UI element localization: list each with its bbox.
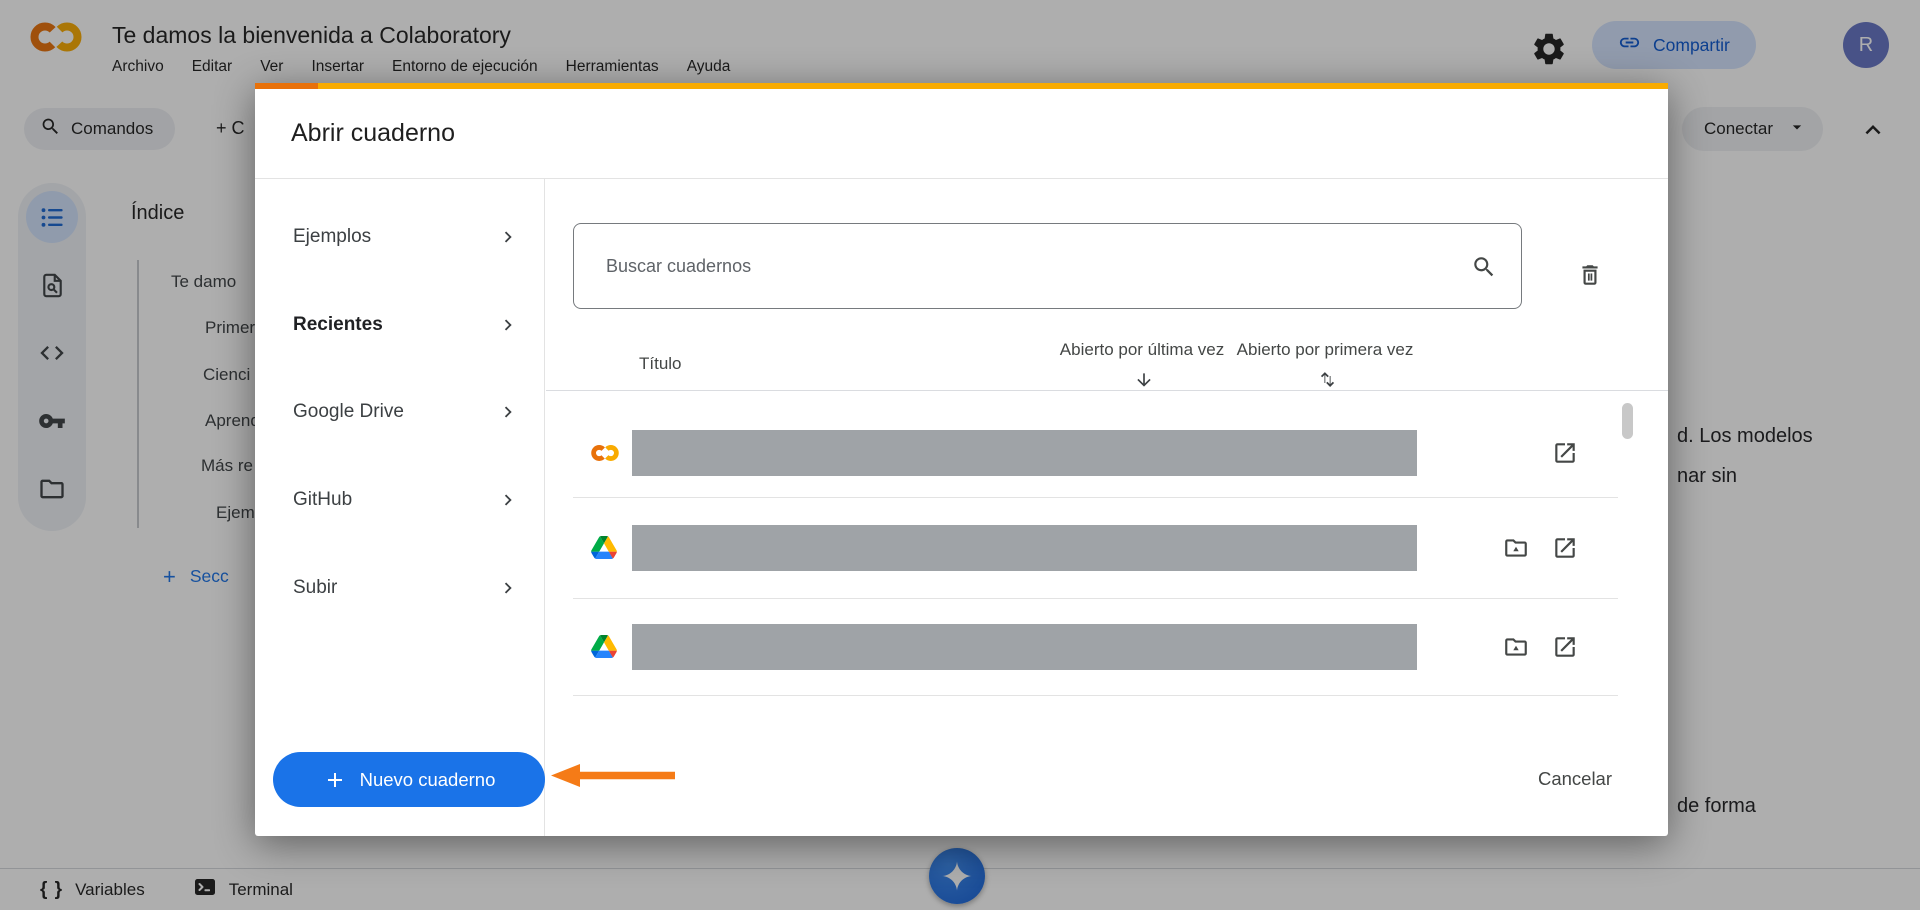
row-divider <box>573 598 1618 599</box>
progress-bar-segment <box>255 83 318 89</box>
nav-item-github[interactable]: GitHub <box>255 476 545 524</box>
progress-bar <box>255 83 1668 89</box>
dialog-title: Abrir cuaderno <box>291 119 455 148</box>
chevron-right-icon <box>497 489 519 511</box>
column-header-title[interactable]: Título <box>639 349 682 379</box>
nav-item-upload[interactable]: Subir <box>255 564 545 612</box>
column-header-first-opened[interactable]: Abierto por primera vez <box>1230 335 1420 395</box>
open-in-new-icon[interactable] <box>1552 535 1578 561</box>
notebook-search-input[interactable] <box>574 224 1521 308</box>
nav-item-examples[interactable]: Ejemplos <box>255 213 545 261</box>
nav-item-recent[interactable]: Recientes <box>255 301 545 349</box>
notebook-title-redacted[interactable] <box>632 624 1417 670</box>
chevron-right-icon <box>497 577 519 599</box>
trash-icon[interactable] <box>1577 262 1603 288</box>
open-notebook-dialog: Abrir cuaderno Ejemplos Recientes Google… <box>255 83 1668 836</box>
chevron-right-icon <box>497 314 519 336</box>
search-icon[interactable] <box>1471 254 1497 280</box>
column-header-last-opened[interactable]: Abierto por última vez <box>1047 335 1237 395</box>
notebook-title-redacted[interactable] <box>632 525 1417 571</box>
drive-folder-icon[interactable] <box>1503 535 1529 561</box>
cancel-button[interactable]: Cancelar <box>1503 756 1647 802</box>
list-scrollbar-thumb[interactable] <box>1622 403 1633 439</box>
notebook-title-redacted[interactable] <box>632 430 1417 476</box>
dialog-content: Título Abierto por última vez Abierto po… <box>546 179 1668 836</box>
notebook-search-box <box>573 223 1522 309</box>
dialog-source-nav: Ejemplos Recientes Google Drive GitHub S… <box>255 179 545 836</box>
row-divider <box>573 497 1618 498</box>
drive-source-icon <box>591 536 617 564</box>
annotation-arrow-icon <box>549 762 675 794</box>
table-header-divider <box>546 390 1668 391</box>
new-notebook-button[interactable]: Nuevo cuaderno <box>273 752 545 807</box>
nav-item-google-drive[interactable]: Google Drive <box>255 388 545 436</box>
colab-source-icon <box>591 444 619 467</box>
chevron-right-icon <box>497 401 519 423</box>
open-in-new-icon[interactable] <box>1552 440 1578 466</box>
drive-folder-icon[interactable] <box>1503 634 1529 660</box>
drive-source-icon <box>591 635 617 663</box>
row-divider <box>573 695 1618 696</box>
chevron-right-icon <box>497 226 519 248</box>
plus-icon <box>323 768 347 792</box>
sort-descending-icon <box>1134 370 1154 390</box>
sort-both-icon <box>1317 369 1338 390</box>
open-in-new-icon[interactable] <box>1552 634 1578 660</box>
